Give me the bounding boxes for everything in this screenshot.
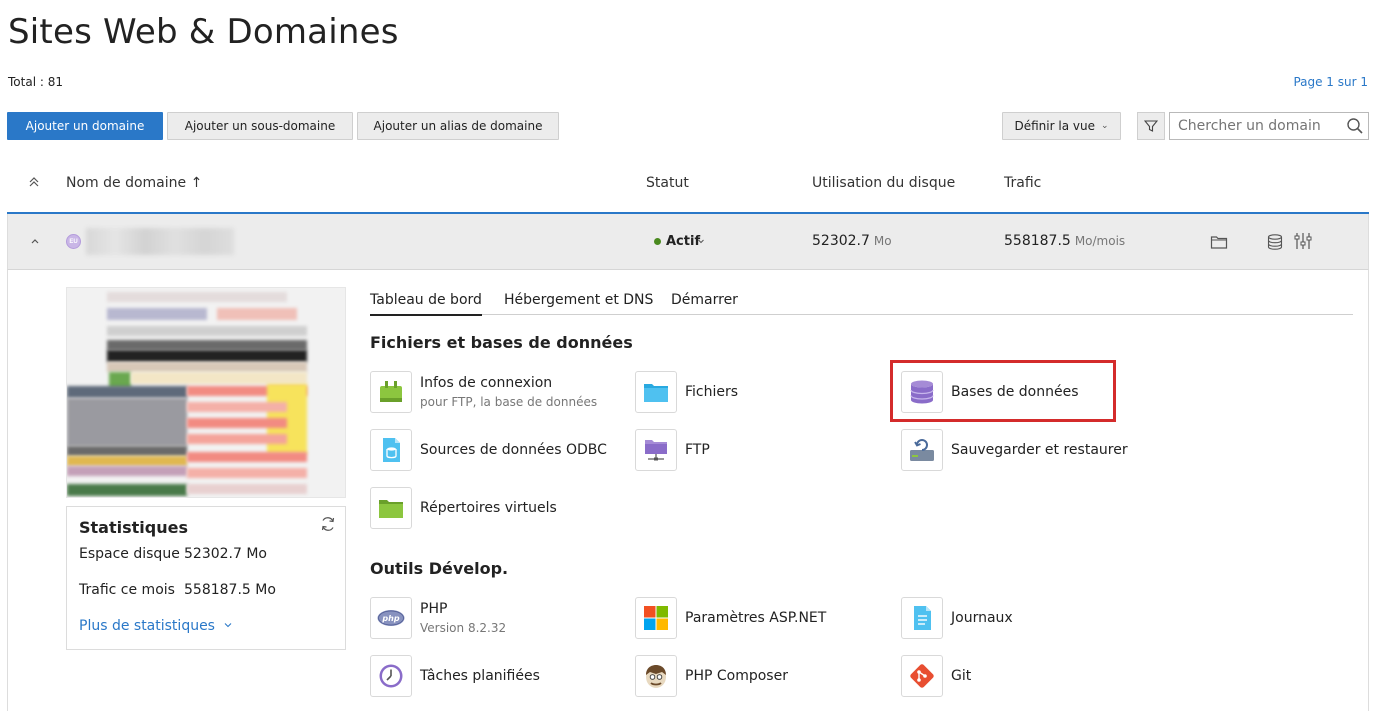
more-statistics-label: Plus de statistiques — [79, 618, 215, 634]
tool-files[interactable]: Fichiers — [635, 371, 738, 413]
tool-ftp[interactable]: FTP — [635, 429, 710, 471]
tab-getting-started[interactable]: Démarrer — [671, 292, 738, 314]
tabs-underline — [370, 314, 1353, 315]
tool-odbc-label: Sources de données ODBC — [420, 442, 607, 458]
folder-icon — [635, 371, 677, 413]
status-label[interactable]: Actif — [666, 234, 700, 249]
tool-aspnet-settings-label: Paramètres ASP.NET — [685, 610, 827, 626]
clock-icon — [370, 655, 412, 697]
tool-scheduled-tasks[interactable]: Tâches planifiées — [370, 655, 540, 697]
chevron-down-icon[interactable] — [697, 237, 705, 247]
tool-php[interactable]: php PHP Version 8.2.32 — [370, 597, 506, 639]
git-icon — [901, 655, 943, 697]
tool-aspnet-settings[interactable]: Paramètres ASP.NET — [635, 597, 826, 639]
tool-virtual-directories-label: Répertoires virtuels — [420, 500, 557, 516]
traffic-cell: 558187.5 Mo/mois — [1004, 233, 1125, 249]
domain-avatar: EU — [66, 234, 81, 249]
refresh-icon[interactable] — [319, 515, 337, 538]
disk-space-value: 52302.7 Mo — [184, 546, 267, 562]
tool-backup-restore-label: Sauvegarder et restaurer — [951, 442, 1128, 458]
domain-name-redacted[interactable] — [86, 228, 234, 255]
add-subdomain-button[interactable]: Ajouter un sous-domaine — [167, 112, 353, 140]
virtual-folder-icon — [370, 487, 412, 529]
site-preview-thumbnail[interactable] — [66, 287, 346, 498]
filter-button[interactable] — [1137, 112, 1165, 140]
collapse-all-icon[interactable] — [28, 176, 40, 191]
composer-icon — [635, 655, 677, 697]
ftp-folder-icon — [635, 429, 677, 471]
tool-php-composer[interactable]: PHP Composer — [635, 655, 788, 697]
odbc-icon — [370, 429, 412, 471]
tab-hosting-dns[interactable]: Hébergement et DNS — [504, 292, 653, 314]
column-header-domain[interactable]: Nom de domaine ↑ — [66, 175, 202, 191]
tool-git-label: Git — [951, 668, 972, 684]
search-input[interactable] — [1170, 113, 1340, 139]
disk-usage-cell: 52302.7 Mo — [812, 233, 892, 249]
tool-files-label: Fichiers — [685, 384, 739, 400]
tool-connection-info-subtitle: pour FTP, la base de données — [420, 395, 598, 409]
tool-php-label: PHP — [420, 601, 448, 617]
tool-backup-restore[interactable]: Sauvegarder et restaurer — [901, 429, 1128, 471]
pagination-label[interactable]: Page 1 sur 1 — [1293, 75, 1368, 89]
monthly-traffic-value: 558187.5 Mo — [184, 582, 276, 598]
windows-icon — [635, 597, 677, 639]
log-file-icon — [901, 597, 943, 639]
folder-icon[interactable] — [1210, 234, 1228, 255]
traffic-unit: Mo/mois — [1074, 234, 1126, 248]
tool-logs[interactable]: Journaux — [901, 597, 1013, 639]
add-alias-button[interactable]: Ajouter un alias de domaine — [357, 112, 559, 140]
database-icon[interactable] — [1266, 233, 1284, 256]
disk-usage-value: 52302.7 — [812, 233, 870, 249]
statistics-title: Statistiques — [79, 518, 188, 537]
svg-text:php: php — [381, 614, 399, 623]
section-title-dev-tools: Outils Dévelop. — [370, 559, 509, 578]
section-title-files-db: Fichiers et bases de données — [370, 333, 633, 352]
filter-icon — [1144, 120, 1158, 132]
define-view-button[interactable]: Définir la vue ⌄ — [1002, 112, 1121, 140]
disk-space-label: Espace disque — [79, 546, 180, 562]
search-box[interactable] — [1169, 112, 1369, 140]
chevron-up-icon[interactable] — [30, 235, 40, 249]
highlight-annotation — [890, 360, 1116, 422]
tool-ftp-label: FTP — [685, 442, 710, 458]
tool-virtual-directories[interactable]: Répertoires virtuels — [370, 487, 557, 529]
tool-php-version: Version 8.2.32 — [420, 621, 507, 635]
more-statistics-link[interactable]: Plus de statistiques — [79, 618, 233, 634]
tool-git[interactable]: Git — [901, 655, 971, 697]
column-header-disk[interactable]: Utilisation du disque — [812, 175, 955, 191]
tab-dashboard[interactable]: Tableau de bord — [370, 292, 482, 316]
chevron-down-icon — [225, 623, 232, 628]
chevron-down-icon: ⌄ — [1100, 121, 1109, 131]
column-header-traffic[interactable]: Trafic — [1004, 175, 1041, 191]
tool-connection-info-label: Infos de connexion — [420, 375, 553, 391]
tool-php-composer-label: PHP Composer — [685, 668, 788, 684]
tool-connection-info[interactable]: Infos de connexion pour FTP, la base de … — [370, 371, 597, 413]
traffic-value: 558187.5 — [1004, 233, 1071, 249]
monthly-traffic-label: Trafic ce mois — [79, 582, 175, 598]
disk-usage-unit: Mo — [873, 234, 892, 248]
tool-odbc[interactable]: Sources de données ODBC — [370, 429, 607, 471]
tool-scheduled-tasks-label: Tâches planifiées — [420, 668, 540, 684]
total-count: Total : 81 — [8, 75, 63, 89]
status-dot — [654, 238, 661, 245]
plug-icon — [370, 371, 412, 413]
php-icon: php — [370, 597, 412, 639]
page-title: Sites Web & Domaines — [8, 12, 399, 52]
define-view-label: Définir la vue — [1014, 119, 1095, 133]
column-header-status[interactable]: Statut — [646, 175, 689, 191]
search-icon[interactable] — [1346, 117, 1364, 135]
settings-sliders-icon[interactable] — [1294, 232, 1312, 255]
add-domain-button[interactable]: Ajouter un domaine — [7, 112, 163, 140]
tool-logs-label: Journaux — [951, 610, 1013, 626]
backup-icon — [901, 429, 943, 471]
